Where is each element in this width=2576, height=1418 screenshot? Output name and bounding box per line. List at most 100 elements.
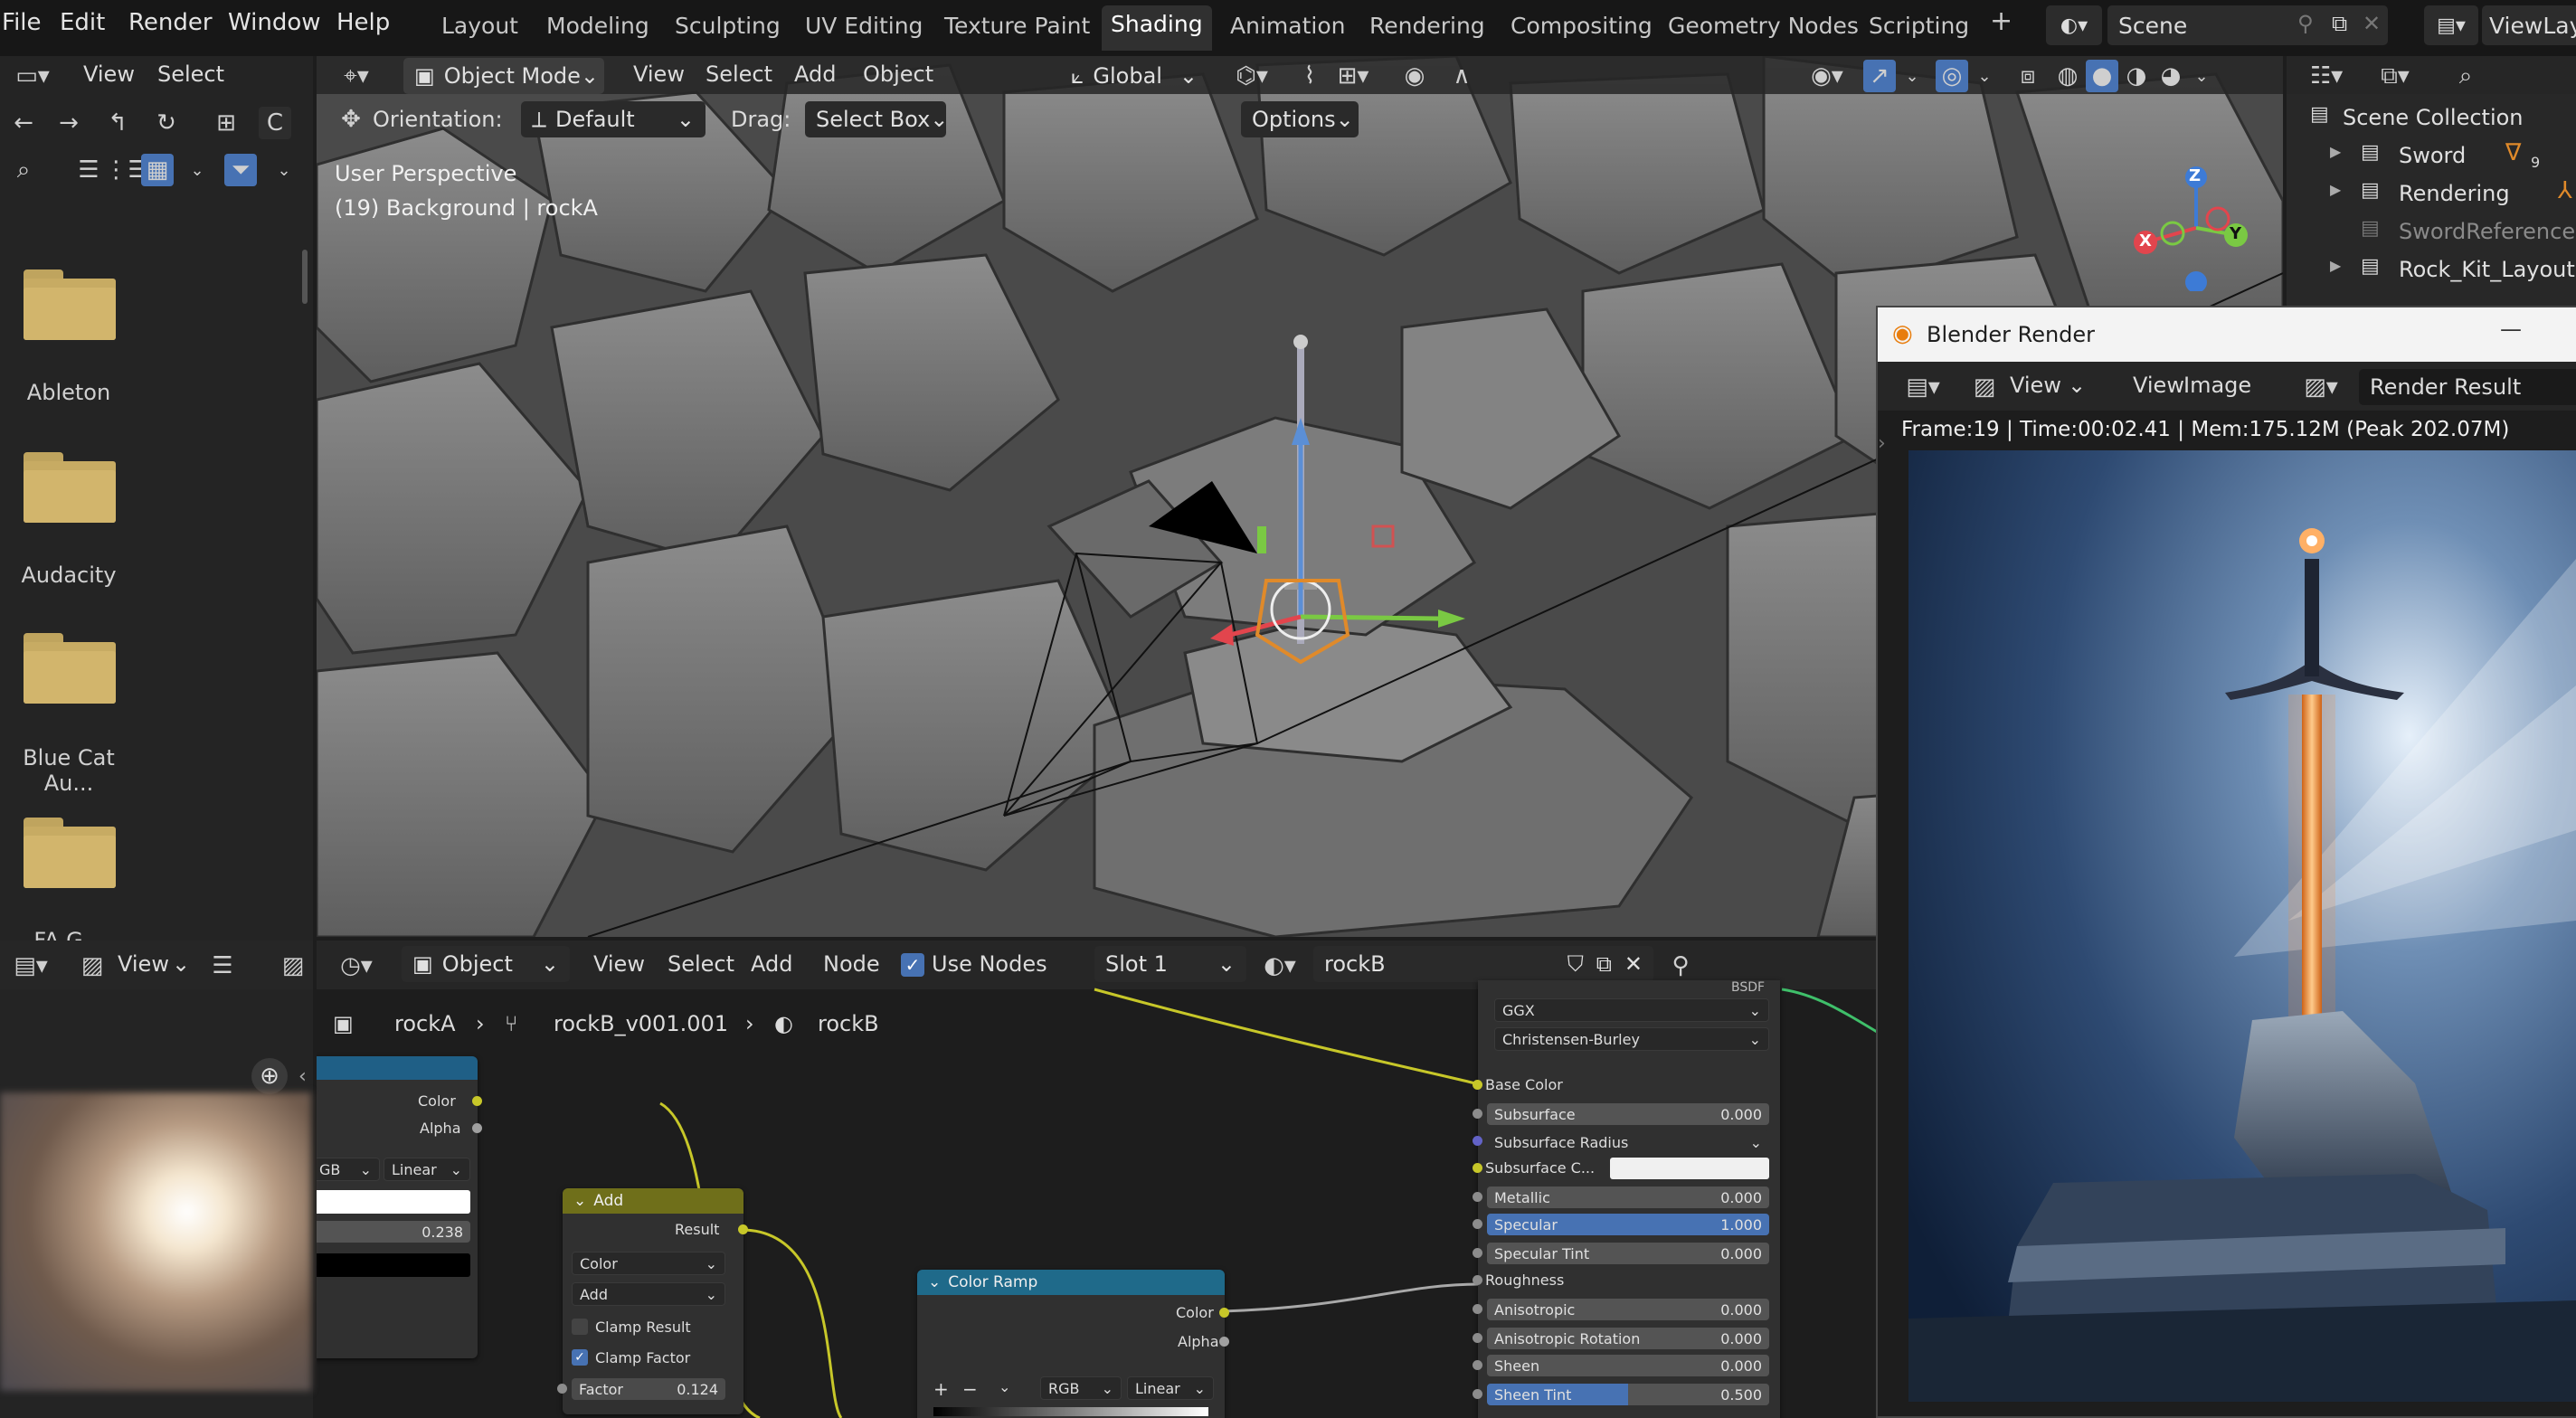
anisotropic-field[interactable]: Anisotropic 0.000 xyxy=(1487,1299,1769,1320)
gizmo-toggle-icon[interactable]: ↗ xyxy=(1863,60,1896,92)
folder-icon[interactable] xyxy=(24,818,116,888)
color-ramp-node[interactable]: ⌄ Color Ramp Color Alpha + − ⌄ RGB ⌄ Linea… xyxy=(917,1270,1229,1418)
view-layer-field[interactable]: ViewLaye xyxy=(2482,5,2576,45)
viewport-menu-select[interactable]: Select xyxy=(706,61,772,87)
image-icon[interactable]: ▨ xyxy=(1968,371,2001,403)
outliner-item-sword[interactable]: Sword xyxy=(2399,143,2466,168)
menu-render[interactable]: Render xyxy=(128,9,213,36)
subsurface-field[interactable]: Subsurface 0.000 xyxy=(1487,1103,1769,1125)
xray-icon[interactable]: ⧈ xyxy=(2012,60,2044,92)
editor-type-icon[interactable]: ▭▾ xyxy=(7,60,58,92)
folder-icon[interactable] xyxy=(24,633,116,704)
ramp-gradient[interactable] xyxy=(933,1407,1208,1416)
anisotropic-rotation-field[interactable]: Anisotropic Rotation 0.000 xyxy=(1487,1328,1769,1349)
object-mode-dropdown[interactable]: ▣ Object Mode ⌄ xyxy=(403,58,604,94)
tab-compositing[interactable]: Compositing xyxy=(1501,11,1662,41)
data-type-dropdown[interactable]: Color ⌄ xyxy=(572,1252,725,1275)
view-layer-icon[interactable]: ▤▾ xyxy=(2424,5,2478,45)
image-texture-node[interactable]: Color Alpha GB ⌄ Linear ⌄ 0.238 xyxy=(317,1056,482,1358)
tab-texture-paint[interactable]: Texture Paint xyxy=(935,11,1099,41)
factor-field[interactable]: Factor 0.124 xyxy=(572,1378,725,1400)
hamburger-icon[interactable]: ☰ xyxy=(206,950,239,982)
viewport-editor-type-icon[interactable]: ⌖▾ xyxy=(329,60,384,92)
subsurface-socket[interactable] xyxy=(1473,1109,1482,1119)
outliner-item-swordreference[interactable]: SwordReference xyxy=(2399,219,2575,244)
scene-collection-label[interactable]: Scene Collection xyxy=(2343,105,2524,130)
menu-edit[interactable]: Edit xyxy=(60,9,105,36)
subsurface-radius-dropdown[interactable]: Subsurface Radius ⌄ xyxy=(1487,1130,1769,1154)
color-space-dropdown[interactable]: GB ⌄ xyxy=(317,1158,380,1181)
parent-dir-icon[interactable]: ↰ xyxy=(101,107,134,139)
subsurface-method-dropdown[interactable]: Christensen-Burley ⌄ xyxy=(1494,1027,1769,1051)
tab-geometry-nodes[interactable]: Geometry Nodes xyxy=(1659,11,1868,41)
navigation-gizmo[interactable]: Z X Y xyxy=(2117,156,2270,293)
metallic-socket[interactable] xyxy=(1473,1192,1482,1202)
color-swatch-black[interactable] xyxy=(317,1253,470,1277)
overlay-toggle-icon[interactable]: ◎ xyxy=(1936,60,1968,92)
subsurface-color-swatch[interactable] xyxy=(1610,1158,1769,1179)
specular-tint-field[interactable]: Specular Tint 0.000 xyxy=(1487,1243,1769,1264)
minimize-button[interactable]: — xyxy=(2500,317,2522,342)
snap-target-icon[interactable]: ⊞▾ xyxy=(1326,60,1380,92)
color-socket[interactable] xyxy=(472,1096,482,1106)
orientation-dropdown[interactable]: ⟂ Default ⌄ xyxy=(521,101,706,137)
new-scene-icon[interactable]: ⧉ xyxy=(2332,11,2347,36)
expand-triangle-icon[interactable]: ▶ xyxy=(2330,143,2341,160)
sidebar-toggle-icon[interactable]: › xyxy=(1878,432,1886,455)
gizmo-dropdown-icon[interactable]: ⌄ xyxy=(1896,60,1928,92)
factor-socket[interactable] xyxy=(557,1384,567,1394)
display-dropdown-icon[interactable]: ⌄ xyxy=(181,154,213,186)
add-workspace-button[interactable]: + xyxy=(1981,4,2022,39)
tab-layout[interactable]: Layout xyxy=(432,11,527,41)
drive-button[interactable]: C xyxy=(259,107,291,139)
collapse-chevron-icon[interactable]: ⌄ xyxy=(928,1273,941,1291)
image-browse-icon[interactable]: ▨ xyxy=(277,950,309,982)
color-swatch-white[interactable] xyxy=(317,1190,470,1214)
refresh-icon[interactable]: ↻ xyxy=(150,107,183,139)
add-stop-button[interactable]: + xyxy=(933,1378,949,1400)
tab-scripting[interactable]: Scripting xyxy=(1860,11,1978,41)
distribution-dropdown[interactable]: GGX ⌄ xyxy=(1494,998,1769,1022)
tab-animation[interactable]: Animation xyxy=(1221,11,1354,41)
tab-modeling[interactable]: Modeling xyxy=(537,11,658,41)
zoom-icon[interactable]: ⊕ xyxy=(251,1058,288,1094)
tab-uv-editing[interactable]: UV Editing xyxy=(796,11,932,41)
thumbnail-icon[interactable]: ▦ xyxy=(141,154,174,186)
pin-icon[interactable]: ⚲ xyxy=(2297,11,2314,36)
folder-name[interactable]: Audacity xyxy=(0,562,141,588)
tab-shading[interactable]: Shading xyxy=(1102,5,1212,51)
drag-dropdown[interactable]: Select Box ⌄ xyxy=(805,101,948,137)
add-node-header[interactable]: ⌄ Add xyxy=(563,1188,743,1214)
wireframe-shading-icon[interactable]: ◍ xyxy=(2051,60,2084,92)
scene-selector-icon[interactable]: ◐▾ xyxy=(2046,5,2102,45)
delete-scene-icon[interactable]: ✕ xyxy=(2363,11,2381,36)
outliner-type-icon[interactable]: ☷▾ xyxy=(2299,60,2353,92)
outliner-item-rendering[interactable]: Rendering xyxy=(2399,181,2510,206)
menu-help[interactable]: Help xyxy=(336,9,390,36)
image-icon[interactable]: ▨ xyxy=(76,950,109,982)
scene-field[interactable]: Scene ⚲ ⧉ ✕ xyxy=(2107,5,2388,45)
result-socket[interactable] xyxy=(738,1224,748,1234)
subsurface-radius-socket[interactable] xyxy=(1473,1136,1482,1146)
menu-window[interactable]: Window xyxy=(228,9,321,36)
overlay-dropdown-icon[interactable]: ⌄ xyxy=(1968,60,2001,92)
subsurface-color-socket[interactable] xyxy=(1473,1163,1482,1173)
color-socket[interactable] xyxy=(1219,1308,1229,1318)
list-horizontal-icon[interactable]: ⋮☰ xyxy=(104,154,148,186)
ramp-mode-dropdown[interactable]: RGB ⌄ xyxy=(1040,1376,1122,1400)
pivot-icon[interactable]: ⌬▾ xyxy=(1225,60,1279,92)
image-browse-icon[interactable]: ▨▾ xyxy=(2294,371,2348,403)
expand-triangle-icon[interactable]: ▶ xyxy=(2330,257,2341,274)
fb-scrollbar[interactable] xyxy=(302,250,308,304)
blend-mode-dropdown[interactable]: Add ⌄ xyxy=(572,1282,725,1306)
sheen-socket[interactable] xyxy=(1473,1360,1482,1370)
specular-socket[interactable] xyxy=(1473,1219,1482,1229)
fb-menu-select[interactable]: Select xyxy=(157,61,224,87)
interpolation-dropdown[interactable]: Linear ⌄ xyxy=(384,1158,470,1181)
render-menu-view-1[interactable]: View xyxy=(2010,373,2061,398)
value-field[interactable]: 0.238 xyxy=(317,1221,470,1243)
shading-dropdown-icon[interactable]: ⌄ xyxy=(2185,60,2218,92)
color-ramp-header[interactable]: ⌄ Color Ramp xyxy=(917,1270,1225,1295)
editor-type-icon[interactable]: ▤▾ xyxy=(1896,371,1950,403)
render-window[interactable]: ◉ Blender Render — ▤▾ ▨ View ⌄ View Imag… xyxy=(1876,306,2576,1418)
